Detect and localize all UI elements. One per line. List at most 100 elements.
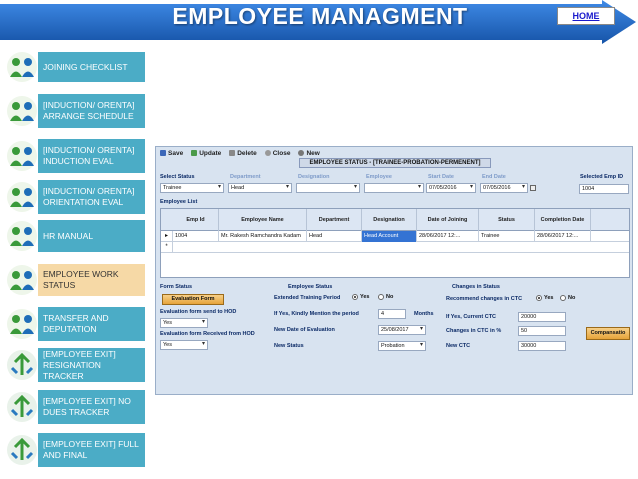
new-eval-date-label: New Date of Evaluation <box>274 327 335 333</box>
delete-button[interactable]: Delete <box>229 150 257 157</box>
sidebar-item-5[interactable]: EMPLOYEE WORK STATUS <box>38 264 145 296</box>
close-label: Close <box>272 149 291 157</box>
sidebar-item-2[interactable]: [INDUCTION/ ORENTA] INDUCTION EVAL <box>38 139 145 173</box>
new-ctc-field[interactable]: 30000 <box>518 341 566 351</box>
column-header[interactable]: Department <box>307 209 362 231</box>
department-label: Department <box>230 174 261 180</box>
calendar-icon[interactable] <box>530 185 536 191</box>
radio-empty-icon <box>560 295 566 301</box>
employee-label: Employee <box>366 174 392 180</box>
sidebar-item-9[interactable]: [EMPLOYEE EXIT] FULL AND FINAL <box>38 433 145 467</box>
compensation-button[interactable]: Compansatio <box>586 327 630 340</box>
table-cell[interactable]: Trainee <box>479 231 535 242</box>
page-title: EMPLOYEE MANAGMENT <box>172 3 468 29</box>
new-status-label: New Status <box>274 343 304 349</box>
sidebar-item-label: [EMPLOYEE EXIT] RESIGNATION TRACKER <box>43 348 116 381</box>
sidebar-item-0[interactable]: JOINING CHECKLIST <box>38 52 145 82</box>
save-label: Save <box>168 149 184 157</box>
new-label: New <box>306 149 320 157</box>
delete-label: Delete <box>237 149 257 157</box>
close-button[interactable]: Close <box>264 149 291 157</box>
received-from-hod-label: Evaluation form Received from HOD <box>160 331 255 337</box>
column-header[interactable]: Completion Date <box>535 209 591 231</box>
radio-selected-icon <box>352 294 358 300</box>
end-date-picker[interactable]: 07/05/2016 <box>480 183 528 193</box>
people-icon <box>7 309 37 339</box>
ctc-change-field[interactable]: 50 <box>518 326 566 336</box>
arrows-icon <box>7 435 37 465</box>
column-header[interactable]: Employee Name <box>219 209 307 231</box>
sidebar-item-1[interactable]: [INDUCTION/ ORENTA] ARRANGE SCHEDULE <box>38 94 145 128</box>
extended-training-no[interactable]: No <box>378 294 393 300</box>
select-status-dropdown[interactable]: Trainee <box>160 183 224 193</box>
new-icon <box>298 150 305 156</box>
new-eval-date-picker[interactable]: 25/08/2017 <box>378 325 426 335</box>
received-from-hod-dropdown[interactable]: Yes <box>160 340 208 350</box>
radio-empty-icon <box>378 294 384 300</box>
sidebar-item-6[interactable]: TRANSFER AND DEPUTATION <box>38 307 145 341</box>
slide: EMPLOYEE MANAGMENT HOME JOINING CHECKLIS… <box>0 0 638 479</box>
new-ctc-label: New CTC <box>446 343 471 349</box>
table-cell[interactable]: Mr. Rakesh Ramchandra Kadam <box>219 231 307 242</box>
employee-grid[interactable]: Emp Id Employee Name Department Designation… <box>160 208 630 278</box>
recommend-ctc-no[interactable]: No <box>560 295 575 301</box>
yes-label: Yes <box>544 295 554 301</box>
table-row[interactable]: ▸ 1004 Mr. Rakesh Ramchandra Kadam Head Hea… <box>161 231 629 242</box>
designation-label: Designation <box>298 174 330 180</box>
table-cell[interactable]: 28/06/2017 12:... <box>417 231 479 242</box>
employee-dropdown[interactable] <box>364 183 424 193</box>
period-field[interactable]: 4 <box>378 309 406 319</box>
current-ctc-field[interactable]: 20000 <box>518 312 566 322</box>
column-header[interactable]: Status <box>479 209 535 231</box>
people-icon <box>7 52 37 82</box>
sidebar-item-label: [EMPLOYEE EXIT] FULL AND FINAL <box>43 439 139 460</box>
recommend-ctc-label: Recommend changes in CTC <box>446 296 523 302</box>
home-link[interactable]: HOME <box>557 7 615 25</box>
sidebar-item-4[interactable]: HR MANUAL <box>38 220 145 252</box>
sidebar-item-label: [INDUCTION/ ORENTA] ARRANGE SCHEDULE <box>43 100 135 121</box>
new-status-dropdown[interactable]: Probation <box>378 341 426 351</box>
designation-dropdown[interactable] <box>296 183 360 193</box>
current-ctc-label: If Yes, Current CTC <box>446 314 497 320</box>
no-label: No <box>568 295 576 301</box>
employee-list-label: Employee List <box>160 199 198 205</box>
sidebar-item-label: TRANSFER AND DEPUTATION <box>43 313 109 334</box>
sidebar-item-label: EMPLOYEE WORK STATUS <box>43 269 119 290</box>
ctc-change-label: Changes in CTC in % <box>446 328 502 334</box>
sidebar-item-3[interactable]: [INDUCTION/ ORENTA] ORIENTATION EVAL <box>38 180 145 214</box>
table-cell[interactable]: 1004 <box>173 231 219 242</box>
evaluation-form-button[interactable]: Evaluation Form <box>162 294 224 305</box>
status-title: EMPLOYEE STATUS - [TRAINEE-PROBATION-PER… <box>299 158 491 168</box>
column-header[interactable]: Designation <box>362 209 417 231</box>
save-button[interactable]: Save <box>160 150 183 157</box>
mention-period-label: If Yes, Kindly Mention the period <box>274 311 359 317</box>
sent-to-hod-label: Evaluation form send to HOD <box>160 309 237 315</box>
selected-emp-id-field[interactable]: 1004 <box>579 184 629 194</box>
sidebar-item-7[interactable]: [EMPLOYEE EXIT] RESIGNATION TRACKER <box>38 348 145 382</box>
grid-header: Emp Id Employee Name Department Designation… <box>161 209 629 231</box>
table-cell[interactable]: Head Account <box>362 231 417 242</box>
close-icon <box>264 150 271 156</box>
table-cell[interactable]: 28/06/2017 12:... <box>535 231 591 242</box>
employee-status-window: Save Update Delete Close New EMPLOYEE ST… <box>155 146 633 395</box>
yes-label: Yes <box>360 294 370 300</box>
extended-training-yes[interactable]: Yes <box>352 294 369 300</box>
column-header[interactable]: Emp Id <box>173 209 219 231</box>
new-button[interactable]: New <box>298 149 320 157</box>
sidebar-item-label: [INDUCTION/ ORENTA] ORIENTATION EVAL <box>43 186 135 207</box>
new-row[interactable]: * <box>161 242 629 253</box>
select-status-label: Select Status <box>160 174 195 180</box>
start-date-picker[interactable]: 07/05/2016 <box>426 183 476 193</box>
sidebar-item-8[interactable]: [EMPLOYEE EXIT] NO DUES TRACKER <box>38 390 145 424</box>
employee-status-title: Employee Status <box>288 284 333 290</box>
start-date-label: Start Date <box>428 174 454 180</box>
table-cell[interactable]: Head <box>307 231 362 242</box>
recommend-ctc-yes[interactable]: Yes <box>536 295 553 301</box>
end-date-label: End Date <box>482 174 506 180</box>
radio-selected-icon <box>536 295 542 301</box>
department-dropdown[interactable]: Head <box>228 183 292 193</box>
sent-to-hod-dropdown[interactable]: Yes <box>160 318 208 328</box>
update-button[interactable]: Update <box>191 150 221 157</box>
column-header[interactable]: Date of Joining <box>417 209 479 231</box>
delete-icon <box>229 150 236 156</box>
